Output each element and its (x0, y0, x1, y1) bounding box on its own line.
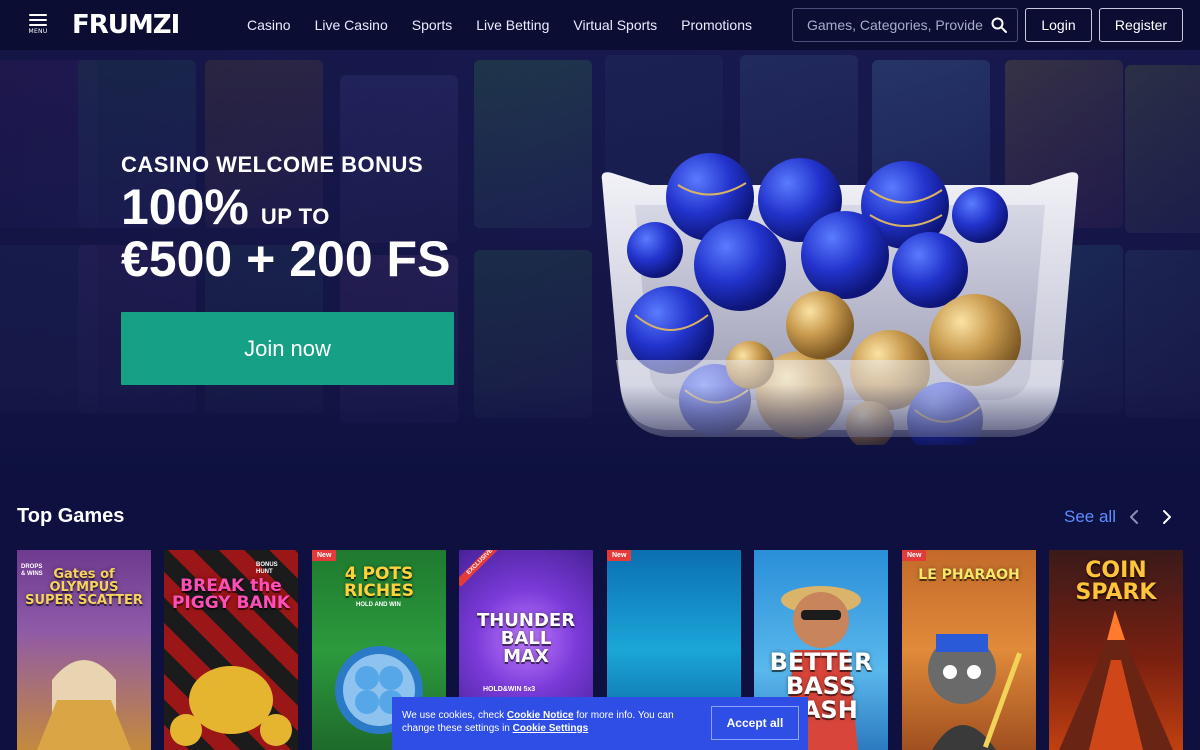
new-badge: New (312, 550, 337, 561)
hamburger-icon-bar (29, 24, 47, 26)
hero-percent: 100% (121, 179, 249, 235)
hold-and-win-label: HOLD AND WIN (356, 602, 401, 608)
hero-amount: €500 + 200 FS (121, 231, 451, 287)
nav-virtual-sports[interactable]: Virtual Sports (573, 17, 657, 33)
logo[interactable]: FRUMZI (72, 10, 180, 40)
cookie-notice-link[interactable]: Cookie Notice (507, 710, 574, 721)
game-card[interactable]: DROPS & WINS Gates of OLYMPUS SUPER SCAT… (17, 550, 151, 750)
cookie-text: We use cookies, check Cookie Notice for … (402, 709, 702, 735)
hero-kicker: CASINO WELCOME BONUS (121, 152, 424, 177)
hero-headline: 100% UP TO (121, 178, 330, 236)
logo-text: FRUMZI (72, 10, 180, 40)
game-title: LE PHARAOH (918, 567, 1020, 583)
hold-win-label: HOLD&WIN 5x3 (483, 686, 536, 693)
game-title: THUNDER BALL MAX (476, 610, 576, 667)
menu-button[interactable]: MENU (26, 14, 50, 38)
nav-casino[interactable]: Casino (247, 17, 291, 33)
search-input[interactable] (793, 9, 983, 41)
top-header: MENU FRUMZI Casino Live Casino Sports Li… (0, 0, 1200, 50)
hamburger-icon (29, 14, 47, 16)
game-card[interactable]: COIN SPARK (1049, 550, 1183, 750)
game-card[interactable]: BREAK the PIGGY BANK BONUS HUNT (164, 550, 298, 750)
cookie-text-part: We use cookies, check (402, 710, 507, 721)
top-games-title: Top Games (17, 505, 125, 527)
cookie-settings-link[interactable]: Cookie Settings (513, 723, 589, 734)
hamburger-icon-bar (29, 19, 47, 21)
register-button[interactable]: Register (1099, 8, 1183, 42)
search-box (792, 8, 1018, 42)
new-badge: New (607, 550, 632, 561)
hero-banner: CASINO WELCOME BONUS 100% UP TO €500 + 2… (0, 50, 1200, 475)
chevron-left-icon[interactable] (1124, 507, 1144, 527)
nav-promotions[interactable]: Promotions (681, 17, 752, 33)
see-all-link[interactable]: See all (1064, 507, 1116, 527)
hero-bottom-fade (0, 385, 1200, 475)
new-badge: New (902, 550, 927, 561)
menu-label: MENU (28, 28, 48, 35)
chevron-right-icon[interactable] (1157, 507, 1177, 527)
join-now-button[interactable]: Join now (121, 312, 454, 385)
login-button[interactable]: Login (1025, 8, 1092, 42)
nav-live-casino[interactable]: Live Casino (315, 17, 388, 33)
game-title: COIN SPARK (1075, 558, 1157, 605)
game-title: BREAK the PIGGY BANK (171, 576, 291, 613)
bonus-hunt-badge: BONUS HUNT (256, 562, 278, 575)
game-card[interactable]: New LE PHARAOH (902, 550, 1036, 750)
game-title: 4 POTS RICHES (344, 564, 414, 601)
game-title: Gates of OLYMPUS SUPER SCATTER (25, 567, 143, 608)
main-nav: Casino Live Casino Sports Live Betting V… (235, 0, 764, 50)
nav-sports[interactable]: Sports (412, 17, 452, 33)
hero-upto: UP TO (260, 204, 330, 229)
nav-live-betting[interactable]: Live Betting (476, 17, 549, 33)
exclusive-badge: EXCLUSIVE (459, 550, 505, 587)
accept-all-button[interactable]: Accept all (711, 706, 799, 740)
search-icon[interactable] (991, 17, 1007, 33)
